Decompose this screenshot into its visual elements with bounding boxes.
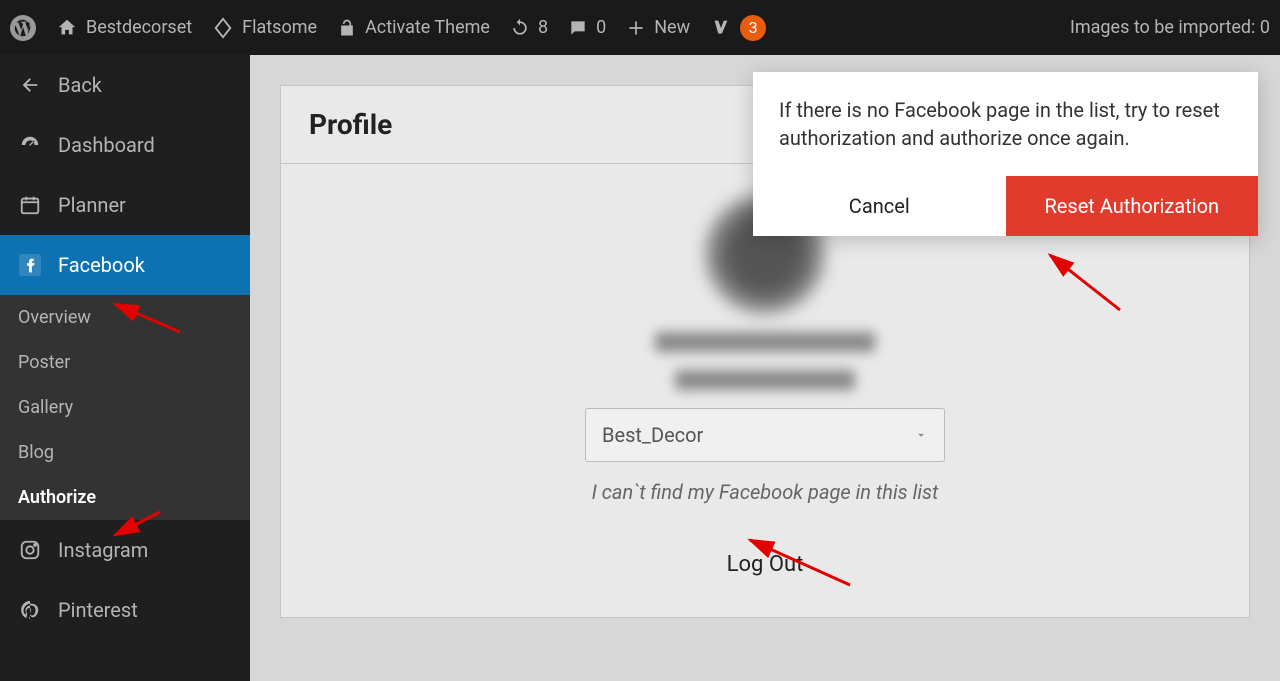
comments-count: 0 (596, 17, 606, 38)
sidebar-subitem-authorize[interactable]: Authorize (0, 475, 250, 520)
refresh-icon (510, 18, 530, 38)
main-content: Profile Best_Decor I can`t find my Faceb… (250, 55, 1280, 681)
sidebar-label-instagram: Instagram (58, 538, 148, 562)
updates-count: 8 (538, 17, 548, 38)
admin-bar: Bestdecorset Flatsome Activate Theme 8 0… (0, 0, 1280, 55)
instagram-icon (18, 539, 42, 561)
theme-name: Flatsome (242, 17, 317, 38)
sidebar-item-instagram[interactable]: Instagram (0, 520, 250, 580)
comments-link[interactable]: 0 (568, 17, 606, 38)
sidebar-item-back[interactable]: Back (0, 55, 250, 115)
sidebar-label-pinterest: Pinterest (58, 598, 138, 622)
sidebar-label-planner: Planner (58, 193, 126, 217)
sidebar-item-facebook[interactable]: Facebook (0, 235, 250, 295)
cancel-button[interactable]: Cancel (753, 176, 1006, 236)
sidebar-item-pinterest[interactable]: Pinterest (0, 580, 250, 640)
dialog-message: If there is no Facebook page in the list… (753, 72, 1258, 176)
cant-find-page-link[interactable]: I can`t find my Facebook page in this li… (592, 480, 939, 504)
yoast-badge: 3 (740, 15, 766, 41)
facebook-page-select[interactable]: Best_Decor (585, 408, 945, 462)
wordpress-logo[interactable] (10, 15, 36, 41)
sidebar: Back Dashboard Planner Facebook Overview… (0, 55, 250, 681)
sidebar-item-planner[interactable]: Planner (0, 175, 250, 235)
pinterest-icon (18, 599, 42, 621)
sidebar-subitem-gallery[interactable]: Gallery (0, 385, 250, 430)
yoast-link[interactable]: 3 (710, 15, 766, 41)
new-label: New (654, 17, 690, 38)
sidebar-subitem-overview[interactable]: Overview (0, 295, 250, 340)
images-import-info[interactable]: Images to be imported: 0 (1070, 17, 1270, 38)
sidebar-subitem-poster[interactable]: Poster (0, 340, 250, 385)
flatsome-icon (212, 17, 234, 39)
activate-theme-label: Activate Theme (365, 17, 490, 38)
wordpress-icon (10, 15, 36, 41)
sidebar-subitems: Overview Poster Gallery Blog Authorize (0, 295, 250, 520)
site-name: Bestdecorset (86, 17, 192, 38)
new-link[interactable]: New (626, 17, 690, 38)
comment-icon (568, 18, 588, 38)
select-value: Best_Decor (602, 423, 703, 447)
activate-theme-link[interactable]: Activate Theme (337, 17, 490, 38)
reset-authorization-button[interactable]: Reset Authorization (1006, 176, 1259, 236)
sidebar-label-facebook: Facebook (58, 253, 145, 277)
sidebar-subitem-blog[interactable]: Blog (0, 430, 250, 475)
images-import-label: Images to be imported: 0 (1070, 17, 1270, 38)
profile-email-blurred (675, 370, 855, 390)
sidebar-label-back: Back (58, 73, 102, 97)
plus-icon (626, 18, 646, 38)
yoast-icon (710, 17, 732, 39)
sidebar-item-dashboard[interactable]: Dashboard (0, 115, 250, 175)
dialog-actions: Cancel Reset Authorization (753, 176, 1258, 236)
arrow-left-icon (18, 74, 42, 96)
theme-link[interactable]: Flatsome (212, 17, 317, 39)
dashboard-icon (18, 134, 42, 156)
sidebar-label-dashboard: Dashboard (58, 133, 155, 157)
lock-open-icon (337, 18, 357, 38)
reset-auth-dialog: If there is no Facebook page in the list… (753, 72, 1258, 236)
updates-link[interactable]: 8 (510, 17, 548, 38)
site-link[interactable]: Bestdecorset (56, 17, 192, 39)
home-icon (56, 17, 78, 39)
chevron-down-icon (914, 428, 928, 442)
facebook-icon (18, 254, 42, 276)
profile-name-blurred (655, 332, 875, 352)
logout-link[interactable]: Log Out (727, 552, 804, 577)
calendar-icon (18, 194, 42, 216)
